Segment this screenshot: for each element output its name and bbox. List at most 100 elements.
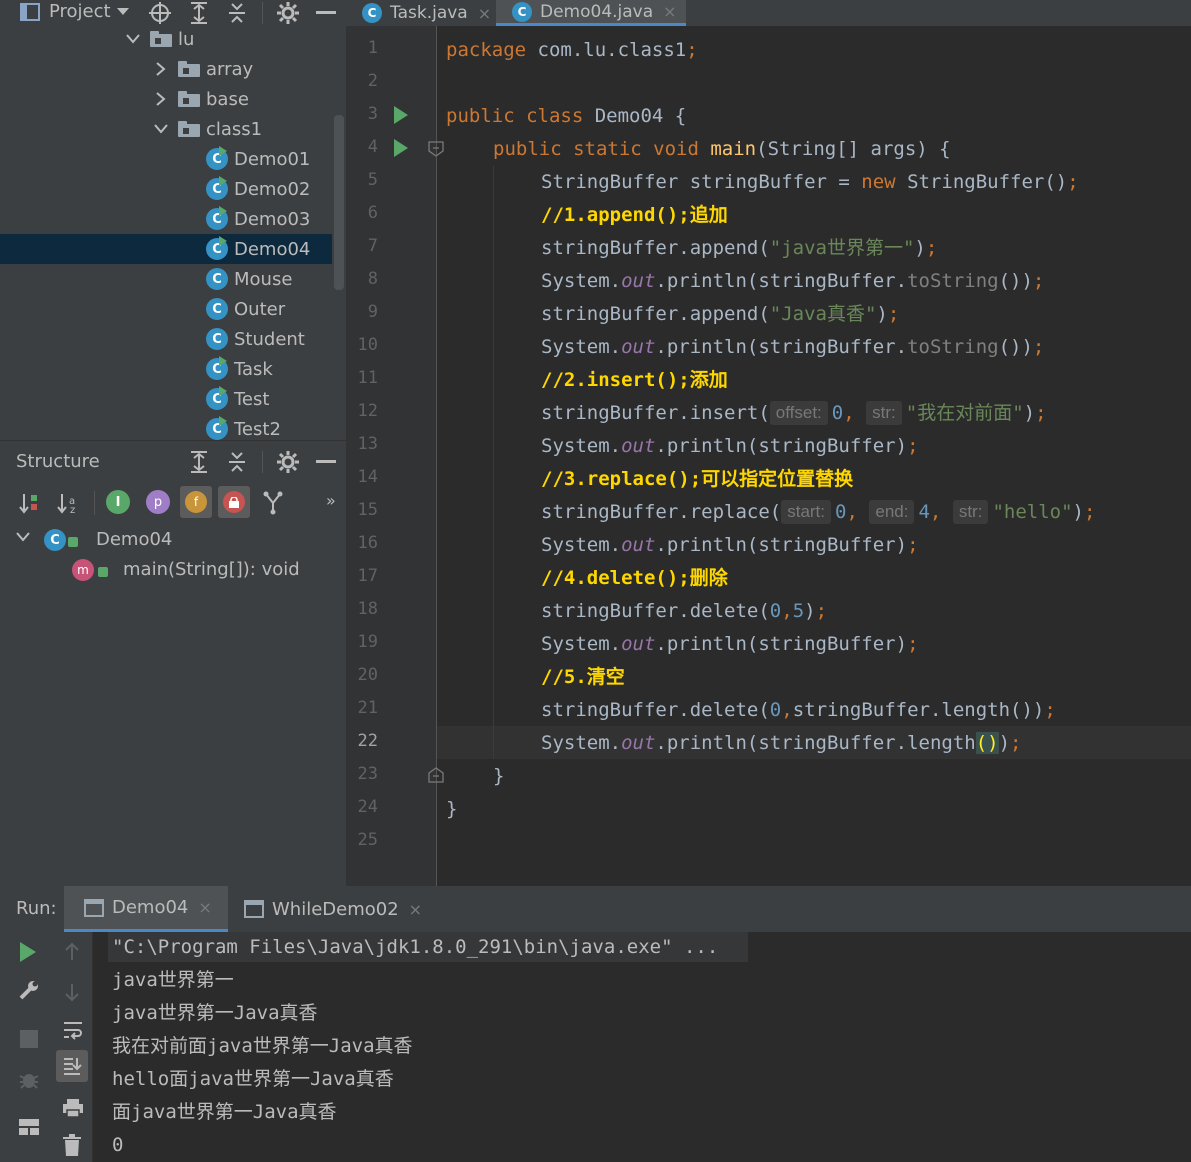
console-line: 我在对前面java世界第一Java真香: [112, 1035, 413, 1057]
run-tab-whiledemo02[interactable]: WhileDemo02 ×: [228, 886, 428, 932]
close-icon[interactable]: ×: [198, 898, 211, 917]
class-icon: C: [512, 1, 532, 22]
expand-all-icon[interactable]: [188, 450, 210, 474]
run-tab-label: Demo04: [112, 897, 189, 918]
locate-icon[interactable]: [148, 1, 172, 25]
tree-item-label: Outer: [234, 298, 286, 320]
field-icon: f: [185, 491, 207, 513]
tree-item-label: Demo01: [234, 148, 311, 170]
debug-icon[interactable]: [18, 1068, 40, 1090]
show-inherited-icon[interactable]: I: [106, 490, 130, 514]
tab-task-java[interactable]: C Task.java ×: [346, 0, 496, 26]
show-properties-icon[interactable]: p: [146, 490, 170, 514]
line-number: 14: [357, 467, 378, 487]
svg-text:z: z: [70, 505, 75, 515]
code-line: public static void main(String[] args) {: [493, 138, 951, 160]
line-number: 23: [357, 764, 378, 784]
line-number: 11: [357, 368, 378, 388]
sort-by-visibility-icon[interactable]: [18, 491, 44, 515]
chevron-right-icon[interactable]: [152, 90, 170, 108]
line-number: 15: [357, 500, 378, 520]
minimize-icon[interactable]: [316, 11, 336, 14]
project-dropdown-icon[interactable]: [117, 8, 129, 16]
class-icon: C: [206, 268, 228, 290]
code-line: System.out.println(stringBuffer.length()…: [541, 732, 1022, 754]
tree-item-label: lu: [178, 28, 195, 50]
gear-icon[interactable]: [276, 450, 300, 474]
project-tree-item[interactable]: C Demo04: [0, 234, 332, 264]
arrow-up-icon[interactable]: [64, 942, 80, 962]
tree-item-label: Mouse: [234, 268, 293, 290]
run-label: Run:: [16, 898, 57, 919]
line-number: 21: [357, 698, 378, 718]
tab-label: Demo04.java: [540, 1, 654, 22]
project-view-icon[interactable]: [20, 3, 40, 21]
fold-icon[interactable]: [428, 141, 444, 157]
soft-wrap-icon[interactable]: [62, 1020, 84, 1040]
toolbar-divider: [262, 2, 263, 24]
line-number: 19: [357, 632, 378, 652]
chevron-down-icon[interactable]: [16, 532, 30, 542]
trash-icon[interactable]: [63, 1134, 81, 1156]
project-tree-item[interactable]: class1: [0, 114, 332, 144]
project-tree-item[interactable]: C Demo01: [0, 144, 332, 174]
rerun-icon[interactable]: [20, 942, 36, 962]
arrow-down-icon[interactable]: [64, 982, 80, 1002]
chevron-right-icon[interactable]: [152, 60, 170, 78]
code-line: System.out.println(stringBuffer);: [541, 633, 919, 655]
run-toolbar-divider: [92, 932, 93, 1162]
project-tree-item[interactable]: C Mouse: [0, 264, 332, 294]
project-tree-item[interactable]: lu: [0, 24, 332, 54]
run-class-icon[interactable]: [394, 106, 408, 124]
expand-all-icon[interactable]: [188, 1, 210, 25]
tree-item-label: Demo02: [234, 178, 311, 200]
close-icon[interactable]: ×: [409, 900, 422, 919]
stop-icon[interactable]: [20, 1030, 38, 1048]
project-tree-item[interactable]: C Demo03: [0, 204, 332, 234]
code-line: }: [493, 765, 505, 787]
line-number: 3: [367, 104, 378, 124]
show-non-public-toggle[interactable]: [218, 486, 250, 518]
class-icon: C: [206, 176, 228, 200]
project-tree-item[interactable]: C Task: [0, 354, 332, 384]
more-options-button[interactable]: »: [326, 491, 336, 510]
wrench-icon[interactable]: [18, 979, 40, 1001]
run-tab-demo04[interactable]: Demo04 ×: [64, 886, 228, 932]
code-line: System.out.println(stringBuffer);: [541, 435, 919, 457]
project-tree-item[interactable]: C Test: [0, 384, 332, 414]
structure-class-name[interactable]: Demo04: [96, 529, 172, 550]
structure-method[interactable]: main(String[]): void: [123, 559, 300, 580]
print-icon[interactable]: [62, 1098, 84, 1118]
collapse-all-icon[interactable]: [226, 1, 248, 25]
code-comment: //5.清空: [541, 666, 625, 688]
project-scrollbar[interactable]: [334, 115, 344, 290]
fold-icon[interactable]: [428, 767, 444, 783]
gear-icon[interactable]: [276, 1, 300, 25]
collapse-all-icon[interactable]: [226, 450, 248, 474]
tab-demo04-java[interactable]: C Demo04.java ×: [496, 0, 686, 26]
project-tree-item[interactable]: C Demo02: [0, 174, 332, 204]
project-tree-item[interactable]: base: [0, 84, 332, 114]
minimize-icon[interactable]: [316, 460, 336, 463]
class-icon: C: [206, 328, 228, 350]
project-title[interactable]: Project: [49, 1, 111, 22]
class-icon: C: [362, 3, 382, 23]
chevron-down-icon[interactable]: [124, 30, 142, 48]
code-line: stringBuffer.delete(0,stringBuffer.lengt…: [541, 699, 1056, 721]
chevron-down-icon[interactable]: [152, 120, 170, 138]
close-icon[interactable]: ×: [478, 4, 491, 23]
layout-icon[interactable]: [18, 1118, 40, 1136]
project-tree-item[interactable]: C Student: [0, 324, 332, 354]
code-line: stringBuffer.append("Java真香");: [541, 303, 900, 325]
class-icon: C: [206, 146, 228, 170]
project-tree-item[interactable]: C Outer: [0, 294, 332, 324]
show-fields-toggle[interactable]: f: [180, 486, 212, 518]
line-number: 16: [357, 533, 378, 553]
console-line: 面java世界第一Java真香: [112, 1101, 337, 1123]
show-lambdas-icon[interactable]: [262, 491, 284, 515]
close-icon[interactable]: ×: [663, 2, 676, 21]
scroll-to-end-toggle[interactable]: [56, 1050, 88, 1082]
sort-alphabetically-icon[interactable]: az: [56, 491, 82, 515]
project-tree-item[interactable]: array: [0, 54, 332, 84]
run-main-icon[interactable]: [394, 139, 408, 157]
